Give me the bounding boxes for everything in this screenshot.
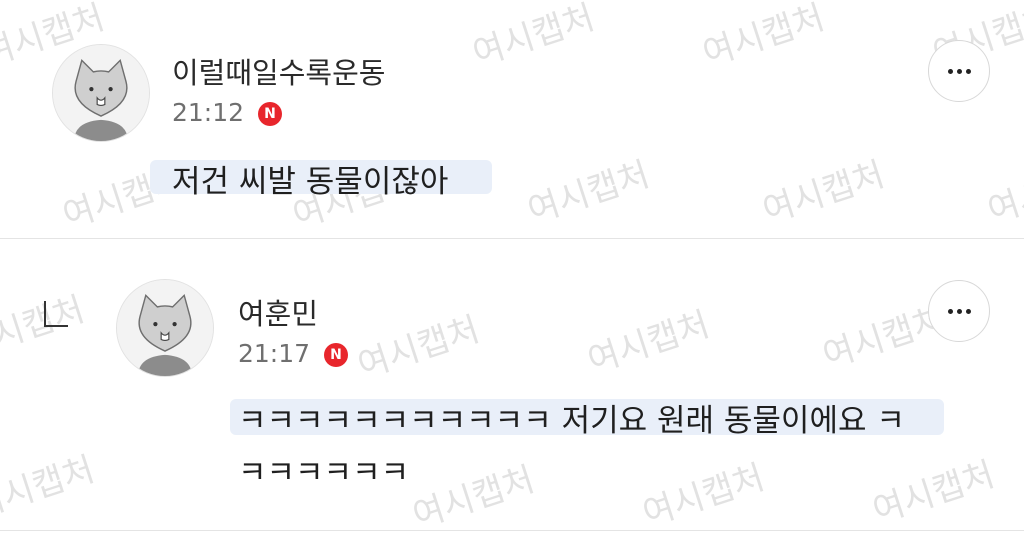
- new-badge: N: [258, 102, 282, 126]
- more-horizontal-icon: [948, 69, 953, 74]
- more-options-button[interactable]: [928, 280, 990, 342]
- more-horizontal-icon: [948, 309, 953, 314]
- comment-text-line-1: ㅋㅋㅋㅋㅋㅋㅋㅋㅋㅋㅋ 저기요 원래 동물이에요 ㅋ: [238, 403, 905, 439]
- cat-avatar-icon[interactable]: [52, 44, 150, 142]
- new-badge: N: [324, 343, 348, 367]
- comment-item: 이럴때일수록운동 21:12 N 저건 씨발 동물이잖아: [0, 0, 1024, 238]
- more-horizontal-icon: [966, 309, 971, 314]
- comment-time: 21:12: [172, 98, 245, 127]
- more-options-button[interactable]: [928, 40, 990, 102]
- comment-text-line-2: ㅋㅋㅋㅋㅋㅋ: [238, 455, 410, 491]
- more-horizontal-icon: [957, 69, 962, 74]
- comment-author[interactable]: 여훈민: [238, 291, 318, 333]
- comment-text: 저건 씨발 동물이잖아: [172, 164, 449, 200]
- reply-comment-item: 여훈민 21:17 N ㅋㅋㅋㅋㅋㅋㅋㅋㅋㅋㅋ 저기요 원래 동물이에요 ㅋ ㅋ…: [0, 239, 1024, 539]
- cat-avatar-icon[interactable]: [116, 279, 214, 377]
- comment-divider: [0, 530, 1024, 531]
- reply-indent-icon: [44, 301, 68, 327]
- more-horizontal-icon: [966, 69, 971, 74]
- comment-author[interactable]: 이럴때일수록운동: [172, 50, 385, 92]
- comment-time: 21:17: [238, 339, 311, 368]
- more-horizontal-icon: [957, 309, 962, 314]
